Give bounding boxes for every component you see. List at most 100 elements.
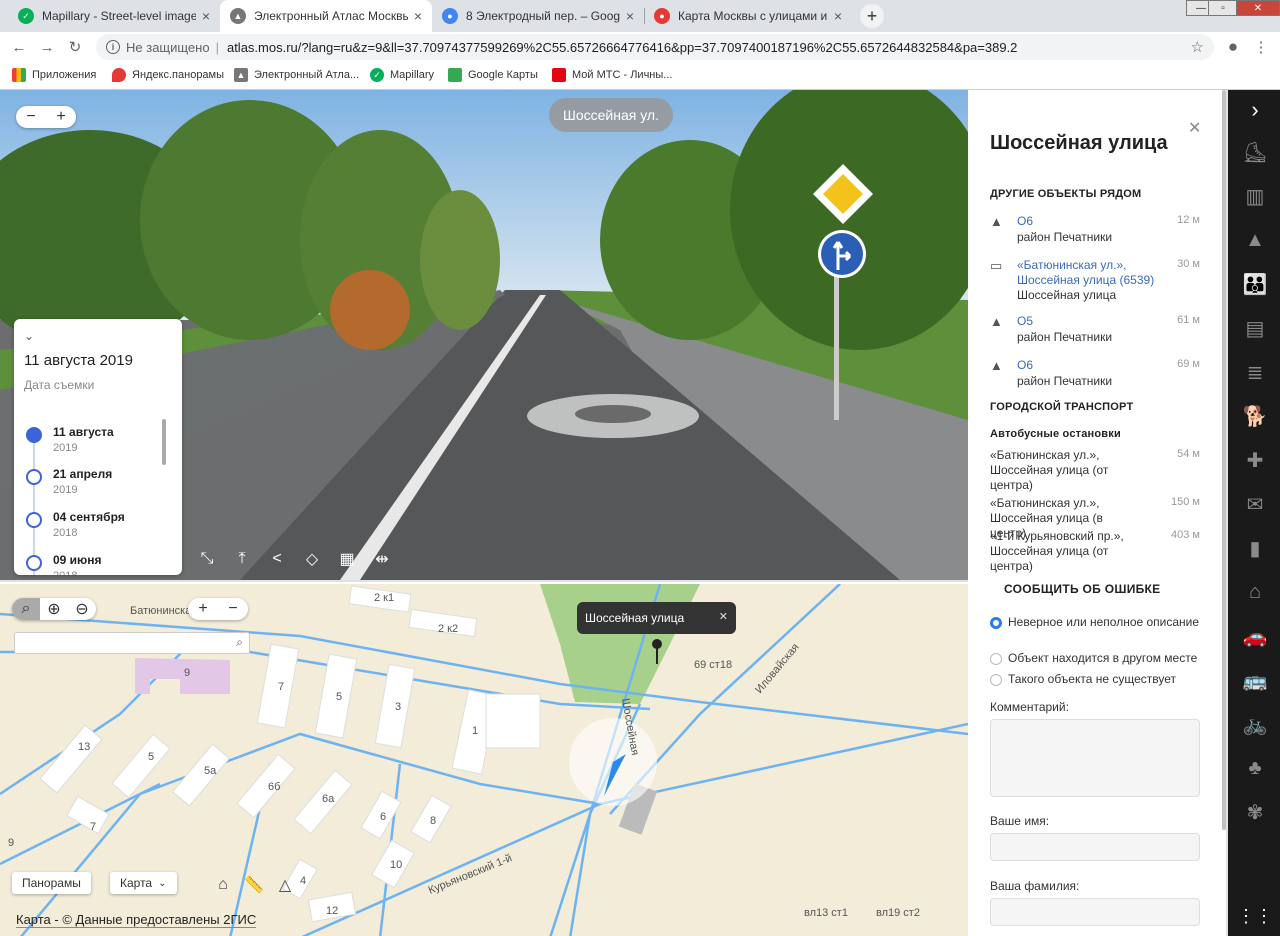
nearby-link[interactable]: О6 [1017,358,1167,373]
back-arrow-icon[interactable]: ← [8,36,30,58]
pano-zoom-out-button[interactable]: − [16,106,46,128]
museum-icon[interactable]: ⌂ [1241,578,1269,606]
bookmark-mapillary[interactable]: ✓ Mapillary [370,68,434,82]
home-icon[interactable]: ⌂ [212,874,234,896]
radio-dot[interactable] [990,617,1002,629]
radio-label: Неверное или неполное описание [1008,615,1200,629]
bookmark-mts[interactable]: Мой МТС - Личны... [552,68,672,82]
map-popup: Шоссейная улица ✕ [577,602,736,634]
info-icon[interactable]: i [106,40,120,54]
passport-icon[interactable]: ▤ [1241,314,1269,342]
profile-icon[interactable]: ● [1222,36,1244,58]
bookmark-google-maps[interactable]: Google Карты [448,68,538,82]
map-search-input[interactable]: ⌕ [14,632,250,654]
map-zoom-out-button[interactable]: − [218,598,248,620]
radio-dot[interactable] [990,653,1002,665]
area-measure-icon[interactable]: △ [274,874,296,896]
tab-moscow-map[interactable]: ● Карта Москвы с улицами и ном × [644,0,852,32]
new-tab-button[interactable]: + [860,4,884,28]
nearby-item[interactable]: ▭ «Батюнинская ул.», Шоссейная улица (65… [990,258,1200,304]
document-icon[interactable]: ≣ [1241,358,1269,386]
shopping-bag-icon[interactable]: ▮ [1241,534,1269,562]
radio-wrong-location[interactable]: Объект находится в другом месте [990,651,1202,667]
address-bar[interactable]: i Не защищено | atlas.mos.ru/?lang=ru&z=… [96,34,1214,60]
mail-icon[interactable]: ✉ [1241,490,1269,518]
upload-icon[interactable]: ⤒ [231,548,253,570]
ruler-icon[interactable]: 📏 [243,874,265,896]
close-icon[interactable]: × [414,8,422,24]
expand-arrows-icon[interactable]: ⤡ [196,548,218,570]
dog-icon[interactable]: 🐕 [1241,402,1269,430]
timeline-item[interactable]: 11 августа 2019 [26,425,166,465]
bicycle-icon[interactable]: 🚲 [1241,710,1269,738]
grid-icon[interactable]: ▦ [336,548,358,570]
menu-kebab-icon[interactable]: ⋮ [1250,36,1272,58]
search-mode-icon[interactable]: ⌕ [12,598,40,620]
nearby-item[interactable]: ▲ О6 район Печатники 12 м [990,214,1200,248]
comment-textarea[interactable] [990,719,1200,797]
car-icon[interactable]: 🚗 [1241,622,1269,650]
share-icon[interactable]: < [266,548,288,570]
family-icon[interactable]: 👪 [1241,270,1269,298]
bus-icon[interactable]: 🚌 [1241,666,1269,694]
chevron-down-icon[interactable]: ⌄ [24,329,34,343]
building-icon[interactable]: ▥ [1241,182,1269,210]
street-panorama[interactable]: − + Шоссейная ул. ⌄ 11 августа 2019 Дата… [0,90,968,580]
zoom-in-magnifier-icon[interactable]: ⊕ [40,598,68,620]
nearby-item[interactable]: ▲ О6 район Печатники 69 м [990,358,1200,392]
bookmark-label: Приложения [32,69,97,81]
tab-google-maps[interactable]: ● 8 Электродный пер. – Google Ка × [432,0,644,32]
apps-grid-icon[interactable]: ⋮⋮ [1237,902,1273,930]
nearby-link[interactable]: «Батюнинская ул.», Шоссейная улица (6539… [1017,258,1167,288]
skate-icon[interactable]: ⛸ [1241,138,1269,166]
target-icon[interactable]: ◇ [301,548,323,570]
split-view-icon[interactable]: ⇹ [371,548,393,570]
bus-stop-item[interactable]: «Батюнинская ул.», Шоссейная улица (в це… [990,496,1200,540]
zoom-out-magnifier-icon[interactable]: ⊖ [68,598,96,620]
forward-arrow-icon[interactable]: → [36,36,58,58]
search-icon[interactable]: ⌕ [236,635,243,650]
close-icon[interactable]: × [834,8,842,24]
name-input[interactable] [990,833,1200,861]
timeline-item[interactable]: 21 апреля 2019 [26,467,166,507]
window-close-button[interactable]: ✕ [1236,0,1280,16]
close-icon[interactable]: × [626,8,634,24]
pano-zoom-in-button[interactable]: + [46,106,76,128]
nearby-link[interactable]: О6 [1017,214,1167,229]
city-map[interactable]: Батюнинская Шоссейная Курьяновский 1-й И… [0,582,968,936]
chevron-right-icon[interactable]: › [1241,96,1269,124]
coat-of-arms-icon[interactable]: ✾ [1241,798,1269,826]
panel-scrollbar[interactable] [1222,90,1226,830]
nearby-distance: 69 м [1177,358,1200,370]
radio-not-exist[interactable]: Такого объекта не существует [990,672,1202,688]
tab-strip: ✓ Mapillary - Street-level imagery, p × … [0,0,1280,32]
nearby-item[interactable]: ▲ О5 район Печатники 61 м [990,314,1200,348]
panoramas-button[interactable]: Панорамы [12,872,91,894]
map-pin-icon[interactable]: ▲ [1241,226,1269,254]
bookmark-apps[interactable]: Приложения [12,68,96,82]
radio-dot[interactable] [990,674,1002,686]
close-icon[interactable]: ✕ [719,610,728,623]
bus-stop-item[interactable]: «Батюнинская ул.», Шоссейная улица (от ц… [990,448,1200,494]
reload-icon[interactable]: ↻ [64,36,86,58]
tree-icon[interactable]: ♣ [1241,754,1269,782]
bookmark-star-icon[interactable]: ☆ [1191,38,1204,56]
timeline-item[interactable]: 04 сентября 2018 [26,510,166,550]
bus-stop-item[interactable]: «1-й Курьяновский пр.», Шоссейная улица … [990,529,1200,575]
bookmark-yandex-panoramas[interactable]: Яндекс.панорамы [112,68,224,82]
timeline-item[interactable]: 09 июня 2018 [26,553,166,575]
map-attribution[interactable]: Карта - © Данные предоставлены 2ГИС [16,912,257,928]
tab-atlas[interactable]: ▲ Электронный Атлас Москвы × [220,0,432,32]
radio-incomplete-description[interactable]: Неверное или неполное описание [990,615,1202,645]
nearby-link[interactable]: О5 [1017,314,1167,329]
surname-input[interactable] [990,898,1200,926]
map-type-dropdown[interactable]: Карта ⌄ [110,872,177,894]
map-zoom-in-button[interactable]: + [188,598,218,620]
maximize-button[interactable]: ▫ [1208,0,1238,16]
medical-cross-icon[interactable]: ✚ [1241,446,1269,474]
bookmark-atlas[interactable]: ▲ Электронный Атла... [234,68,359,82]
close-icon[interactable]: × [202,8,210,24]
tab-mapillary[interactable]: ✓ Mapillary - Street-level imagery, p × [8,0,220,32]
close-icon[interactable]: ✕ [1188,118,1201,138]
timeline-scrollbar[interactable] [162,419,166,465]
